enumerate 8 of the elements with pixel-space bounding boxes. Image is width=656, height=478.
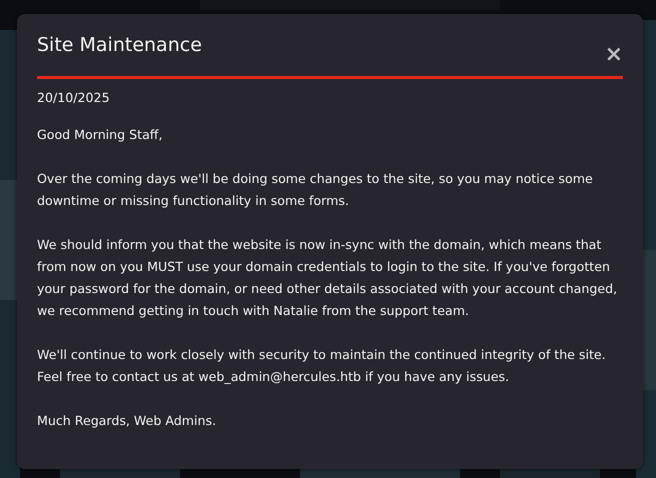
paragraph: Much Regards, Web Admins. <box>37 412 218 430</box>
paragraph: We'll continue to work closely with security to maintain the continued integrity of the site. Feel free to contact us at web_admin@hercules.htb if you have any issues. <box>37 346 607 386</box>
paragraph: Good Morning Staff, <box>37 126 164 144</box>
date-text: 20/10/2025 <box>37 89 111 107</box>
close-button[interactable]: × <box>604 44 623 66</box>
paragraph: We should inform you that the website is now in-sync with the domain, which means that from now on you MUST use your domain credentials to login to the site. If you've forgotten your password for the domain, or need other details associated with your account changed, we recommend getting in touch with Natalie from the support team. <box>37 236 618 320</box>
modal-title: Site Maintenance <box>37 34 202 57</box>
paragraph: Over the coming days we'll be doing some changes to the site, so you may notice some downtime or missing functionality in some forms. <box>37 170 594 210</box>
